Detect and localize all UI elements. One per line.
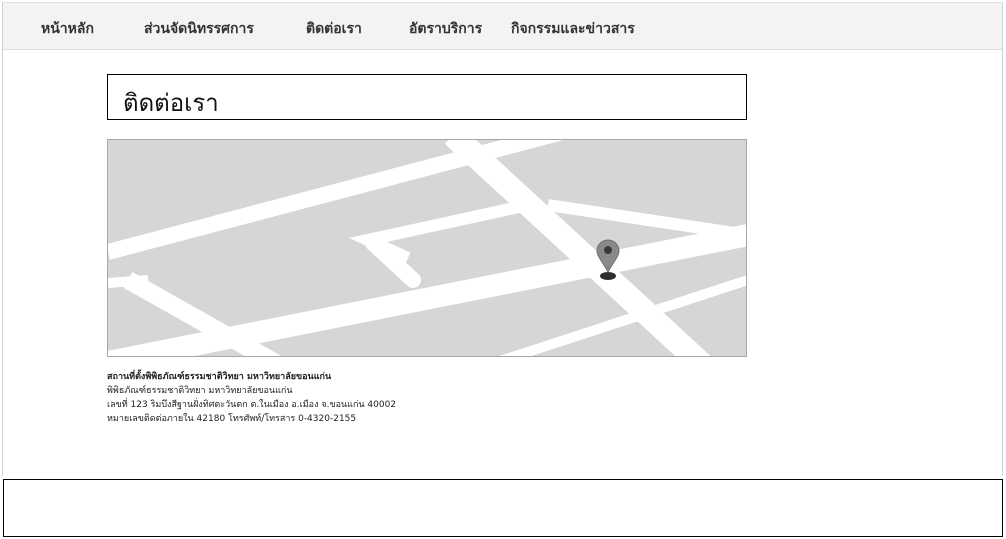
nav-item-home[interactable]: หน้าหลัก [41, 18, 94, 40]
nav-item-activities-news[interactable]: กิจกรรมและข่าวสาร [511, 18, 635, 40]
page-title-box: ติดต่อเรา [107, 74, 747, 120]
address-line-museum: พิพิธภัณฑ์ธรรมชาติวิทยา มหาวิทยาลัยขอนแก… [107, 386, 293, 396]
map-canvas[interactable] [108, 140, 746, 356]
nav-item-contact[interactable]: ติดต่อเรา [306, 18, 362, 40]
location-map[interactable] [107, 139, 747, 357]
footer-box [3, 479, 1003, 537]
top-navigation-bar: หน้าหลัก ส่วนจัดนิทรรศการ ติดต่อเรา อัตร… [3, 3, 1002, 50]
nav-item-exhibitions[interactable]: ส่วนจัดนิทรรศการ [144, 18, 254, 40]
address-line-street: เลขที่ 123 ริมบึงสีฐานฝั่งทิศตะวันตก ต.ใ… [107, 400, 397, 410]
address-line-phone: หมายเลขติดต่อภายใน 42180 โทรศัพท์/โทรสาร… [107, 414, 357, 424]
address-block: สถานที่ตั้งพิพิธภัณฑ์ธรรมชาติวิทยา มหาวิ… [107, 370, 396, 426]
nav-item-service-rates[interactable]: อัตราบริการ [409, 18, 482, 40]
page-title: ติดต่อเรา [123, 89, 219, 117]
address-heading: สถานที่ตั้งพิพิธภัณฑ์ธรรมชาติวิทยา มหาวิ… [107, 372, 332, 382]
